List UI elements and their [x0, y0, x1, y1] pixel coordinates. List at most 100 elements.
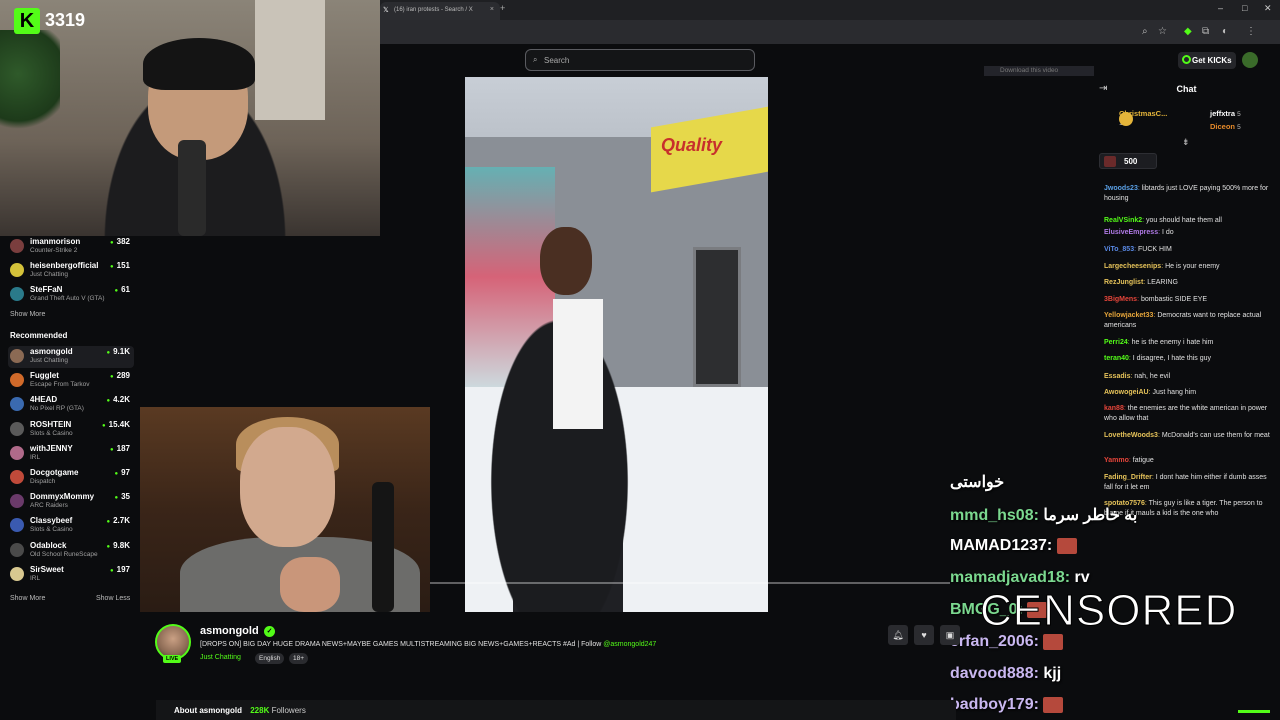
chat-message: Yellowjacket33: Democrats want to replac…: [1104, 311, 1276, 330]
stream-category[interactable]: Just Chatting: [200, 654, 241, 661]
minimize-icon[interactable]: –: [1218, 3, 1223, 13]
get-kicks-button[interactable]: Get KICKs: [1178, 52, 1236, 69]
sidebar-channel-steffan[interactable]: SteFFaNGrand Theft Auto V (GTA) 61: [8, 284, 134, 306]
sidebar-channel-docgotgame[interactable]: DocgotgameDispatch 97: [8, 467, 134, 489]
channel-viewers: 151: [110, 261, 130, 270]
tag-english[interactable]: English: [255, 653, 285, 664]
pinned-expand-icon[interactable]: ⇟: [1182, 137, 1190, 148]
extension-icon[interactable]: ◆: [1184, 26, 1192, 37]
channel-category: Old School RuneScape: [30, 550, 98, 558]
new-tab-button[interactable]: +: [500, 3, 505, 13]
chat-text: you should hate them all: [1146, 217, 1222, 224]
gift-icon[interactable]: ▣: [940, 625, 960, 645]
notification-bell-icon[interactable]: 🔔︎: [888, 625, 908, 645]
channel-viewers: 289: [110, 371, 130, 380]
overlay-username: badboy179:: [950, 696, 1039, 713]
chat-username[interactable]: AwowogeiAU: [1104, 389, 1149, 396]
sidebar-channel-roshtein[interactable]: ROSHTEINSlots & Casino 15.4K: [8, 419, 134, 441]
sidebar-channel-withjenny[interactable]: withJENNYIRL 187: [8, 443, 134, 465]
pinned-gift[interactable]: 500: [1099, 153, 1157, 169]
chat-username[interactable]: ElusiveEmpress: [1104, 229, 1158, 236]
user-avatar[interactable]: [1242, 52, 1258, 68]
stream-title-handle[interactable]: @asmongold247: [603, 641, 656, 648]
chat-message: Largecheesenips: He is your enemy: [1104, 262, 1276, 272]
chat-username[interactable]: Yammo: [1104, 457, 1129, 464]
download-video-button[interactable]: Download this video: [984, 66, 1094, 76]
channel-viewers: 187: [110, 444, 130, 453]
address-bar[interactable]: ⌕ ☆ ◆ ⧉ ◐ ⋮: [380, 20, 1280, 44]
top-gifter-3[interactable]: Diceon 5: [1210, 122, 1241, 131]
overlay-text: rv: [1074, 569, 1090, 586]
sidebar-channel-4head[interactable]: 4HEADNo Pixel RP (GTA) 4.2K: [8, 394, 134, 416]
channel-category: No Pixel RP (GTA): [30, 405, 84, 413]
bookmark-star-icon[interactable]: ☆: [1158, 26, 1167, 37]
sidebar-channel-imanmorison[interactable]: imanmorisonCounter-Strike 2 382: [8, 236, 134, 258]
overlay-emote-icon: [1043, 633, 1064, 650]
video-progress-bar[interactable]: [430, 582, 950, 584]
sidebar-channel-odablock[interactable]: OdablockOld School RuneScape 9.8K: [8, 540, 134, 562]
streamer-name[interactable]: asmongold: [200, 625, 259, 637]
chat-text: LEARING: [1147, 279, 1178, 286]
chat-username[interactable]: kan88: [1104, 405, 1124, 412]
chat-username[interactable]: Largecheesenips: [1104, 263, 1161, 270]
tag-18plus[interactable]: 18+: [289, 653, 309, 664]
tab-close-icon[interactable]: ×: [490, 6, 494, 13]
chat-username[interactable]: RezJunglist: [1104, 279, 1143, 286]
chat-message: Essadis: nah, he evil: [1104, 372, 1276, 382]
chat-message: ViTo_853: FUCK HIM: [1104, 245, 1276, 255]
sidebar-channel-dommyxmommy[interactable]: DommyxMommyARC Raiders 35: [8, 491, 134, 513]
top-gifter-2[interactable]: jeffxtra 5: [1210, 109, 1241, 118]
chat-username[interactable]: RealVSink2: [1104, 217, 1142, 224]
streamer-webcam: K 3319: [0, 0, 380, 236]
chat-text: He is your enemy: [1165, 263, 1220, 270]
channel-viewers: 9.1K: [106, 347, 130, 356]
chat-username[interactable]: LovetheWoods3: [1104, 432, 1158, 439]
show-more-following[interactable]: Show More: [10, 311, 45, 318]
pinned-gift-value: 500: [1124, 157, 1138, 166]
channel-viewers: 9.8K: [106, 541, 130, 550]
microphone: [372, 482, 394, 612]
search-input[interactable]: ⌕ Search: [525, 49, 755, 71]
kick-counter-value: 3319: [45, 10, 86, 30]
chat-username[interactable]: Essadis: [1104, 373, 1130, 380]
chat-username[interactable]: 3BigMens: [1104, 296, 1137, 303]
profile-icon[interactable]: ◐: [1222, 26, 1228, 37]
follow-heart-icon[interactable]: ♥: [914, 625, 934, 645]
sidebar-channel-sirsweet[interactable]: SirSweetIRL 197: [8, 564, 134, 586]
chat-text: I do: [1161, 229, 1174, 236]
chat-message: teran40: I disagree, I hate this guy: [1104, 354, 1276, 364]
search-icon: ⌕: [533, 55, 538, 64]
sidebar-channel-heisenbergofficial[interactable]: heisenbergofficialJust Chatting 151: [8, 260, 134, 282]
sidebar-channel-classybeef[interactable]: ClassybeefSlots & Casino 2.7K: [8, 515, 134, 537]
video-player[interactable]: Quality: [465, 77, 768, 612]
channel-avatar: [10, 518, 24, 533]
chat-username[interactable]: Jwoods23: [1104, 185, 1138, 192]
chat-message: RezJunglist: LEARING: [1104, 278, 1276, 288]
overlay-chat-line: خواستی: [950, 472, 1004, 492]
kick-header: ⌕ Search Get KICKs: [380, 44, 1280, 76]
chat-username[interactable]: Yellowjacket33: [1104, 312, 1153, 319]
chat-username[interactable]: ViTo_853: [1104, 246, 1134, 253]
sidebar-channel-asmongold[interactable]: asmongoldJust Chatting 9.1K: [8, 346, 134, 368]
chat-title: Chat: [1176, 84, 1197, 94]
browser-menu-icon[interactable]: ⋮: [1246, 26, 1256, 37]
channel-category: Slots & Casino: [30, 429, 73, 437]
show-less-recommended[interactable]: Show Less: [96, 595, 130, 602]
browser-tab[interactable]: 𝕏 (16) iran protests - Search / X ×: [380, 2, 500, 20]
zoom-icon[interactable]: ⌕: [1142, 26, 1148, 37]
channel-avatar: [10, 373, 24, 388]
chat-text: he is the enemy i hate him: [1131, 339, 1214, 346]
sidebar-channel-fugglet[interactable]: FuggletEscape From Tarkov 289: [8, 370, 134, 392]
window-close-icon[interactable]: ✕: [1264, 3, 1272, 14]
extensions-puzzle-icon[interactable]: ⧉: [1202, 26, 1209, 37]
overlay-text: kjj: [1043, 665, 1062, 682]
chat-username[interactable]: teran40: [1104, 355, 1129, 362]
channel-category: Just Chatting: [30, 271, 68, 278]
chat-message: ElusiveEmpress: I do: [1104, 228, 1276, 238]
maximize-icon[interactable]: □: [1242, 3, 1247, 13]
show-more-recommended[interactable]: Show More: [10, 595, 45, 602]
chat-text: nah, he evil: [1134, 373, 1171, 380]
chat-username[interactable]: Perri24: [1104, 339, 1128, 346]
channel-avatar: [10, 263, 24, 277]
search-placeholder: Search: [544, 56, 570, 65]
